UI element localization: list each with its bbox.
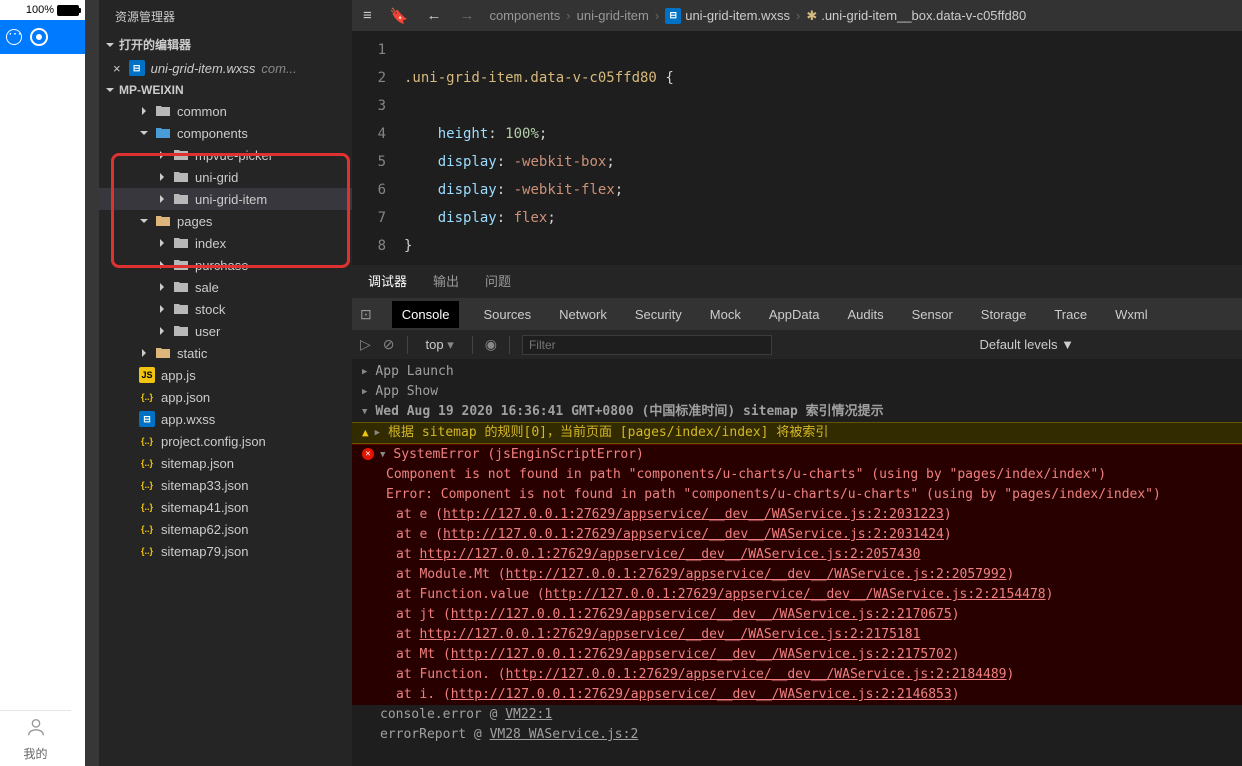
tab-mine-label: 我的 [23, 745, 47, 762]
tree-folder[interactable]: uni-grid-item [99, 188, 352, 210]
tree-file[interactable]: {..}project.config.json [99, 430, 352, 452]
tree-file[interactable]: JSapp.js [99, 364, 352, 386]
editor-toolbar: ≡ 🔖 ← → components › uni-grid-item › ⊟un… [352, 0, 1242, 32]
devtools-tab[interactable]: Mock [706, 301, 745, 328]
breadcrumb[interactable]: components › uni-grid-item › ⊟uni-grid-i… [489, 8, 1026, 24]
tree-folder[interactable]: static [99, 342, 352, 364]
list-icon[interactable]: ≡ [360, 7, 375, 24]
tree-file[interactable]: {..}sitemap62.json [99, 518, 352, 540]
wxss-file-icon: ⊟ [665, 8, 681, 24]
devtools-tab[interactable]: Console [392, 301, 460, 328]
wxss-file-icon: ⊟ [129, 60, 145, 76]
context-selector[interactable]: top ▾ [420, 335, 460, 355]
tree-folder[interactable]: common [99, 100, 352, 122]
code-editor[interactable]: 12.uni-grid-item.data-v-c05ffd80 {34 hei… [352, 32, 1242, 264]
console-output[interactable]: ▶App Launch▶App Show▼Wed Aug 19 2020 16:… [352, 360, 1242, 766]
tree-folder[interactable]: index [99, 232, 352, 254]
panel-tab[interactable]: 调试器 [364, 263, 411, 298]
tree-folder[interactable]: stock [99, 298, 352, 320]
inspect-icon[interactable]: ⊡ [360, 306, 372, 323]
devtools-tab[interactable]: Audits [843, 301, 887, 328]
explorer-title: 资源管理器 [99, 0, 352, 33]
back-icon[interactable]: ← [423, 7, 444, 24]
devtools-tab[interactable]: Security [631, 301, 686, 328]
person-icon[interactable] [25, 716, 47, 741]
play-icon[interactable]: ▷ [360, 336, 371, 353]
tree-file[interactable]: {..}sitemap.json [99, 452, 352, 474]
tree-file[interactable]: {..}app.json [99, 386, 352, 408]
devtools-tab[interactable]: Sources [479, 301, 535, 328]
panel-tab[interactable]: 问题 [481, 263, 515, 298]
eye-icon[interactable]: ◉ [485, 336, 497, 353]
file-tree: commoncomponentsmpvue-pickeruni-griduni-… [99, 100, 352, 562]
open-editors-header[interactable]: 打开的编辑器 [99, 33, 352, 56]
devtools-tab[interactable]: Network [555, 301, 611, 328]
devtools-tab[interactable]: AppData [765, 301, 824, 328]
simulator-panel: 100% 我的 [0, 0, 99, 766]
clear-icon[interactable]: ⊘ [383, 336, 395, 353]
forward-icon[interactable]: → [456, 7, 477, 24]
tree-folder[interactable]: sale [99, 276, 352, 298]
tree-file[interactable]: ⊟app.wxss [99, 408, 352, 430]
panel-tabs: 调试器输出问题 [352, 264, 1242, 298]
editor-main: ≡ 🔖 ← → components › uni-grid-item › ⊟un… [352, 0, 1242, 766]
tree-folder[interactable]: mpvue-picker [99, 144, 352, 166]
battery-percent: 100% [26, 4, 54, 16]
console-filter-bar: ▷ ⊘ top ▾ ◉ Default levels ▼ [352, 330, 1242, 360]
options-icon[interactable] [6, 29, 22, 45]
devtools-tab[interactable]: Sensor [908, 301, 957, 328]
filter-input[interactable] [522, 335, 772, 355]
chevron-down-icon [105, 40, 115, 50]
chevron-down-icon [105, 85, 115, 95]
bookmark-icon[interactable]: 🔖 [387, 7, 412, 25]
tree-file[interactable]: {..}sitemap41.json [99, 496, 352, 518]
project-header[interactable]: MP-WEIXIN [99, 80, 352, 100]
devtools-tab[interactable]: Storage [977, 301, 1031, 328]
close-icon[interactable]: × [111, 61, 123, 76]
panel-tab[interactable]: 输出 [429, 263, 463, 298]
open-editor-tab[interactable]: × ⊟ uni-grid-item.wxss com... [99, 56, 352, 80]
tree-folder[interactable]: components [99, 122, 352, 144]
log-levels-selector[interactable]: Default levels ▼ [979, 337, 1074, 352]
battery-icon [57, 5, 79, 16]
tree-folder[interactable]: uni-grid [99, 166, 352, 188]
devtools-tab[interactable]: Trace [1050, 301, 1091, 328]
tree-folder[interactable]: pages [99, 210, 352, 232]
tree-folder[interactable]: purchase [99, 254, 352, 276]
devtools-tab[interactable]: Wxml [1111, 301, 1152, 328]
tree-file[interactable]: {..}sitemap79.json [99, 540, 352, 562]
target-icon[interactable] [30, 28, 48, 46]
explorer-sidebar: 资源管理器 打开的编辑器 × ⊟ uni-grid-item.wxss com.… [99, 0, 352, 766]
tree-folder[interactable]: user [99, 320, 352, 342]
tree-file[interactable]: {..}sitemap33.json [99, 474, 352, 496]
devtools-tabs: ⊡ Console Sources Network Security Mock AppDa… [352, 298, 1242, 330]
